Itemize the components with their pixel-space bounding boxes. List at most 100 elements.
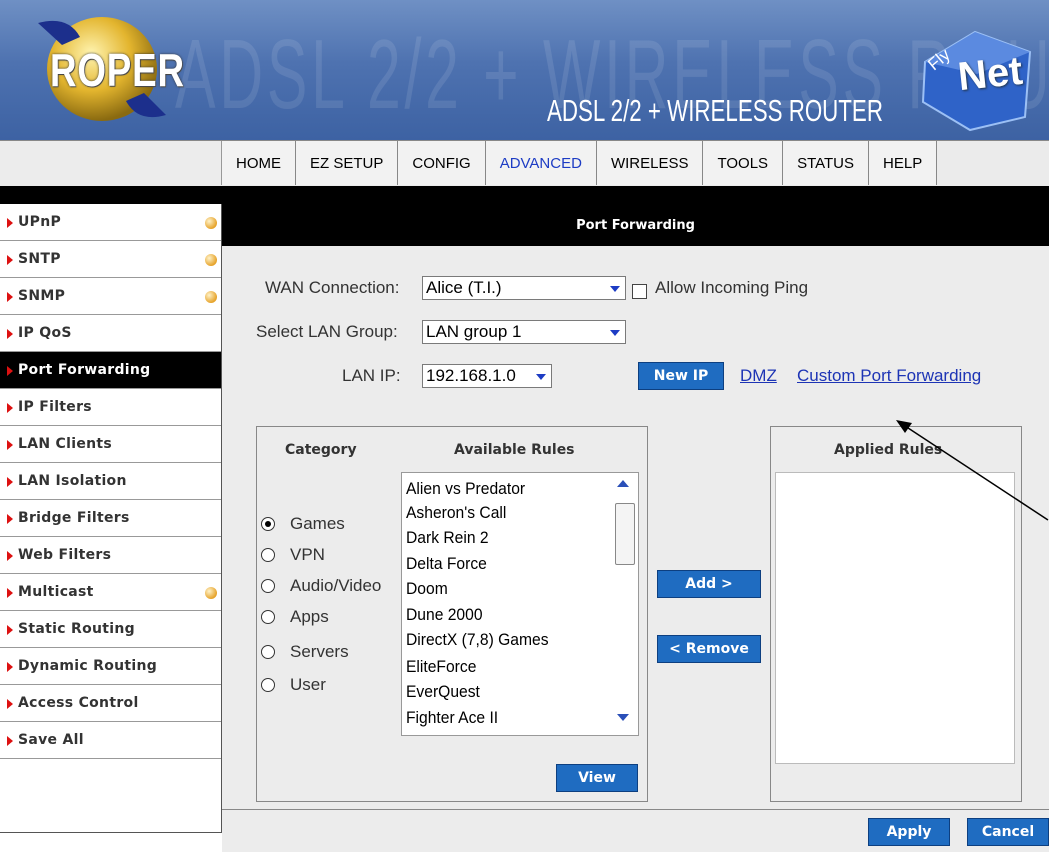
sidebar-item-save-all[interactable]: Save All <box>0 722 221 759</box>
sidebar-item-label: Access Control <box>18 695 139 711</box>
chevron-down-icon <box>610 286 620 292</box>
list-item[interactable]: Doom <box>406 579 448 599</box>
list-item[interactable]: Delta Force <box>406 554 487 574</box>
annotation-arrow-icon <box>896 420 1049 521</box>
category-audio-video[interactable]: Audio/Video <box>261 576 381 596</box>
sidebar-item-static-routing[interactable]: Static Routing <box>0 611 221 648</box>
sidebar-item-sntp[interactable]: SNTP <box>0 241 221 278</box>
roper-logo: ROPER <box>50 44 185 96</box>
sidebar-item-upnp[interactable]: UPnP <box>0 204 221 241</box>
sidebar-item-port-forwarding[interactable]: Port Forwarding <box>0 352 221 389</box>
sidebar-item-label: Web Filters <box>18 547 112 563</box>
sidebar-item-label: Port Forwarding <box>18 362 151 378</box>
view-button[interactable]: View <box>556 764 638 792</box>
tab-help[interactable]: HELP <box>869 141 938 185</box>
wan-connection-label: WAN Connection: <box>265 278 400 297</box>
add-button[interactable]: Add > <box>657 570 761 598</box>
arrow-icon <box>7 292 13 302</box>
custom-port-forwarding-link[interactable]: Custom Port Forwarding <box>797 366 981 386</box>
arrow-icon <box>7 218 13 228</box>
list-item[interactable]: Dark Rein 2 <box>406 528 489 548</box>
tab-config[interactable]: CONFIG <box>398 141 486 185</box>
arrow-icon <box>7 477 13 487</box>
tab-tools[interactable]: TOOLS <box>703 141 784 185</box>
lan-group-label: Select LAN Group: <box>256 322 398 341</box>
dmz-link[interactable]: DMZ <box>740 366 777 386</box>
arrow-icon <box>7 625 13 635</box>
lan-group-value: LAN group 1 <box>426 322 522 341</box>
scrollbar-thumb[interactable] <box>615 503 635 565</box>
sidebar-item-lan-isolation[interactable]: LAN Isolation <box>0 463 221 500</box>
sidebar-item-bridge-filters[interactable]: Bridge Filters <box>0 500 221 537</box>
sidebar-item-label: IP Filters <box>18 399 92 415</box>
sidebar-bottom-border <box>0 832 222 833</box>
list-item[interactable]: Fighter Ace II <box>406 708 498 728</box>
sidebar-item-label: LAN Isolation <box>18 473 127 489</box>
arrow-icon <box>7 699 13 709</box>
list-item[interactable]: EverQuest <box>406 682 480 702</box>
wan-connection-value: Alice (T.I.) <box>426 278 502 297</box>
tab-home[interactable]: HOME <box>222 141 296 185</box>
arrow-icon <box>7 514 13 524</box>
status-dot-icon <box>205 254 217 266</box>
status-dot-icon <box>205 291 217 303</box>
arrow-icon <box>7 255 13 265</box>
category-apps[interactable]: Apps <box>261 607 329 627</box>
sidebar-item-ip-qos[interactable]: IP QoS <box>0 315 221 352</box>
wan-connection-select[interactable]: Alice (T.I.) <box>422 276 626 300</box>
cancel-button[interactable]: Cancel <box>967 818 1049 846</box>
allow-ping-checkbox[interactable] <box>632 284 647 299</box>
category-label: Games <box>290 514 345 533</box>
sidebar-item-dynamic-routing[interactable]: Dynamic Routing <box>0 648 221 685</box>
sidebar-item-label: IP QoS <box>18 325 72 341</box>
arrow-icon <box>7 440 13 450</box>
list-item[interactable]: DirectX (7,8) Games <box>406 630 549 650</box>
available-rules-header: Available Rules <box>454 442 575 458</box>
sidebar-item-ip-filters[interactable]: IP Filters <box>0 389 221 426</box>
sidebar-item-multicast[interactable]: Multicast <box>0 574 221 611</box>
sidebar-item-access-control[interactable]: Access Control <box>0 685 221 722</box>
arrow-icon <box>7 403 13 413</box>
radio-icon <box>261 610 275 624</box>
available-rules-list[interactable]: Alien vs Predator Asheron's Call Dark Re… <box>401 472 639 736</box>
lan-group-select[interactable]: LAN group 1 <box>422 320 626 344</box>
nav-spacer <box>0 141 222 185</box>
category-label: Apps <box>290 607 329 626</box>
sidebar-item-label: SNTP <box>18 251 61 267</box>
scroll-up-icon[interactable] <box>617 480 629 487</box>
tab-wireless[interactable]: WIRELESS <box>596 141 704 185</box>
header-banner: ADSL 2/2 + WIRELESS ROUTER ROPER ADSL 2/… <box>0 0 1049 140</box>
arrow-icon <box>7 736 13 746</box>
list-item[interactable]: Dune 2000 <box>406 605 483 625</box>
arrow-icon <box>7 551 13 561</box>
list-item[interactable]: EliteForce <box>406 657 476 677</box>
category-games[interactable]: Games <box>261 514 345 534</box>
list-item[interactable]: Alien vs Predator <box>406 479 525 499</box>
arrow-icon <box>7 366 13 376</box>
sidebar-item-label: Bridge Filters <box>18 510 130 526</box>
tab-ez-setup[interactable]: EZ SETUP <box>296 141 399 185</box>
sidebar-item-web-filters[interactable]: Web Filters <box>0 537 221 574</box>
sidebar-item-label: LAN Clients <box>18 436 113 452</box>
radio-icon <box>261 645 275 659</box>
sidebar-item-snmp[interactable]: SNMP <box>0 278 221 315</box>
category-servers[interactable]: Servers <box>261 642 349 662</box>
list-item[interactable]: Asheron's Call <box>406 503 506 523</box>
top-nav: HOME EZ SETUP CONFIG ADVANCED WIRELESS T… <box>0 140 1049 186</box>
tab-status[interactable]: STATUS <box>783 141 870 185</box>
sidebar-item-label: Dynamic Routing <box>18 658 158 674</box>
new-ip-button[interactable]: New IP <box>638 362 724 390</box>
lan-ip-select[interactable]: 192.168.1.0 <box>422 364 552 388</box>
radio-selected-icon <box>261 517 275 531</box>
category-user[interactable]: User <box>261 675 326 695</box>
category-vpn[interactable]: VPN <box>261 545 325 565</box>
apply-button[interactable]: Apply <box>868 818 950 846</box>
scroll-down-icon[interactable] <box>617 714 629 721</box>
arrow-icon <box>7 588 13 598</box>
category-label: VPN <box>290 545 325 564</box>
sidebar-item-lan-clients[interactable]: LAN Clients <box>0 426 221 463</box>
remove-button[interactable]: < Remove <box>657 635 761 663</box>
sidebar-item-label: SNMP <box>18 288 66 304</box>
tab-advanced[interactable]: ADVANCED <box>485 141 597 185</box>
radio-icon <box>261 579 275 593</box>
